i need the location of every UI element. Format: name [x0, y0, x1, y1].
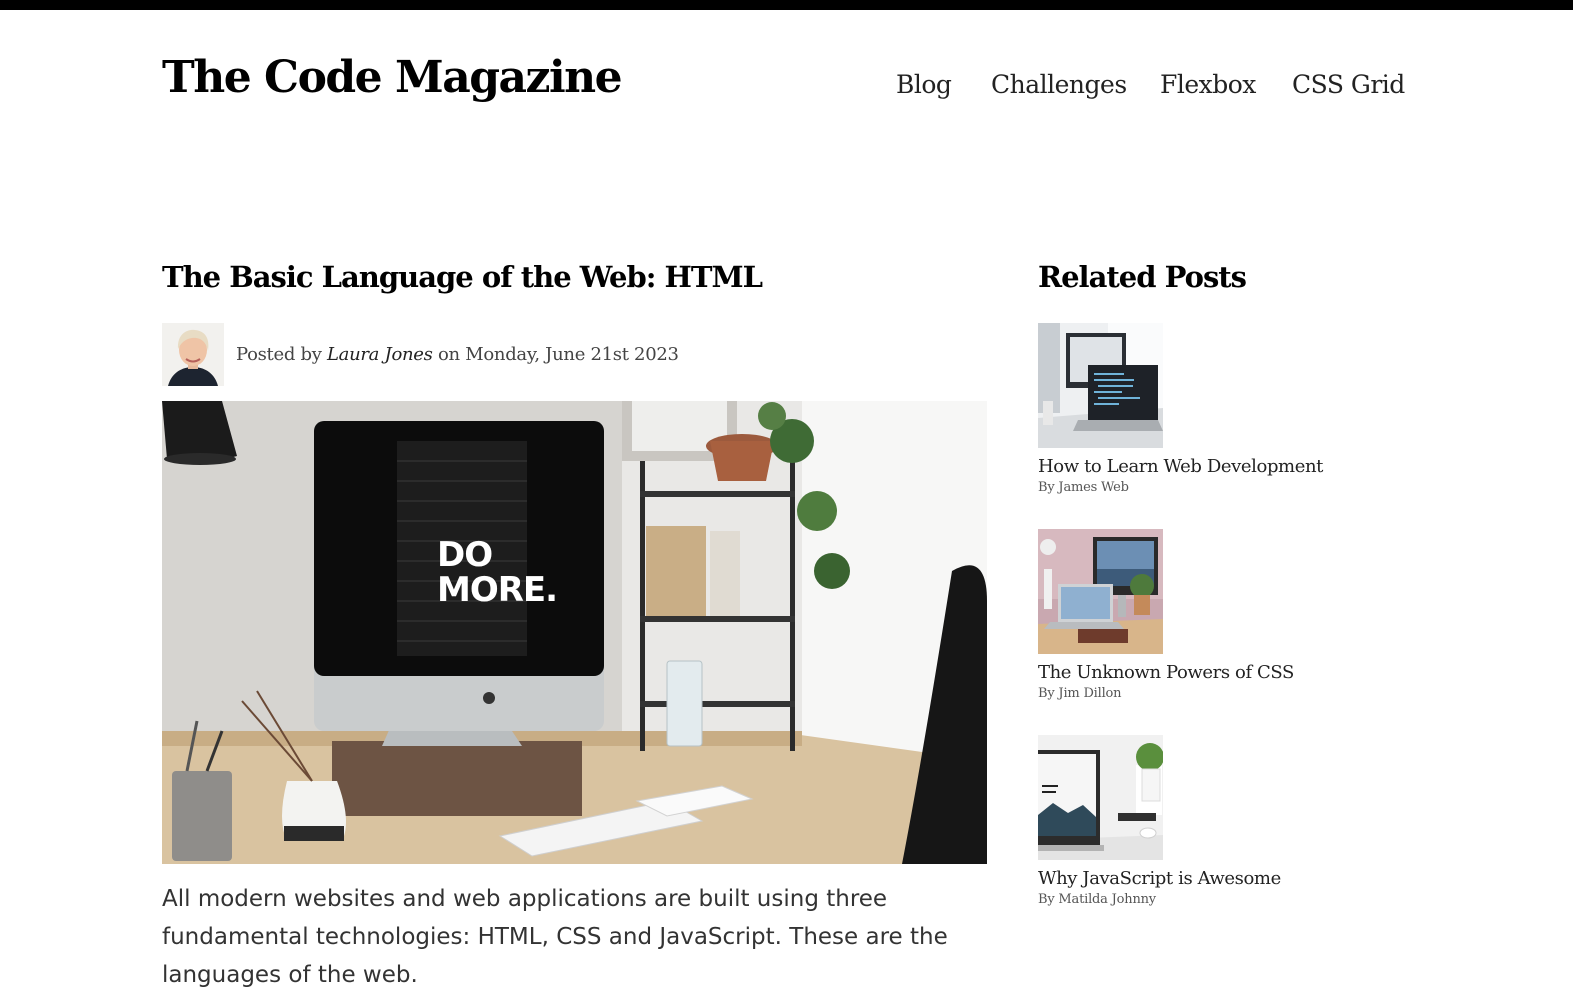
related-post-author: By James Web: [1038, 480, 1129, 495]
post-date: on Monday, June 21st 2023: [438, 344, 679, 365]
related-post-thumbnail[interactable]: [1038, 735, 1163, 860]
hero-image: DO MORE.: [162, 401, 987, 864]
author-avatar: [162, 323, 224, 386]
related-post-link[interactable]: Why JavaScript is Awesome: [1038, 868, 1458, 889]
related-post-author: By Matilda Johnny: [1038, 892, 1156, 907]
author-name: Laura Jones: [327, 344, 433, 365]
related-post-thumbnail[interactable]: [1038, 323, 1163, 448]
related-post-item: The Unknown Powers of CSS By Jim Dillon: [1038, 529, 1458, 701]
related-posts-title: Related Posts: [1038, 260, 1247, 294]
article-intro: All modern websites and web applications…: [162, 886, 948, 988]
post-meta: Posted by Laura Jones on Monday, June 21…: [236, 344, 679, 365]
related-post-link[interactable]: How to Learn Web Development: [1038, 456, 1458, 477]
meta-prefix: Posted by: [236, 344, 322, 365]
nav-link-challenges[interactable]: Challenges: [991, 70, 1127, 99]
author-row: Posted by Laura Jones on Monday, June 21…: [162, 323, 679, 386]
related-post-thumbnail[interactable]: [1038, 529, 1163, 654]
nav-link-css-grid[interactable]: CSS Grid: [1292, 70, 1405, 99]
article-title: The Basic Language of the Web: HTML: [162, 260, 763, 294]
nav-link-blog[interactable]: Blog: [896, 70, 952, 99]
related-post-item: How to Learn Web Development By James We…: [1038, 323, 1458, 495]
hero-text-line1: DO: [437, 535, 492, 575]
main-nav: Blog Challenges Flexbox CSS Grid: [0, 70, 1573, 106]
related-post-item: Why JavaScript is Awesome By Matilda Joh…: [1038, 735, 1458, 907]
related-post-link[interactable]: The Unknown Powers of CSS: [1038, 662, 1458, 683]
hero-text-line2: MORE.: [437, 570, 557, 610]
top-border: [0, 0, 1573, 10]
related-post-author: By Jim Dillon: [1038, 686, 1122, 701]
nav-link-flexbox[interactable]: Flexbox: [1160, 70, 1256, 99]
